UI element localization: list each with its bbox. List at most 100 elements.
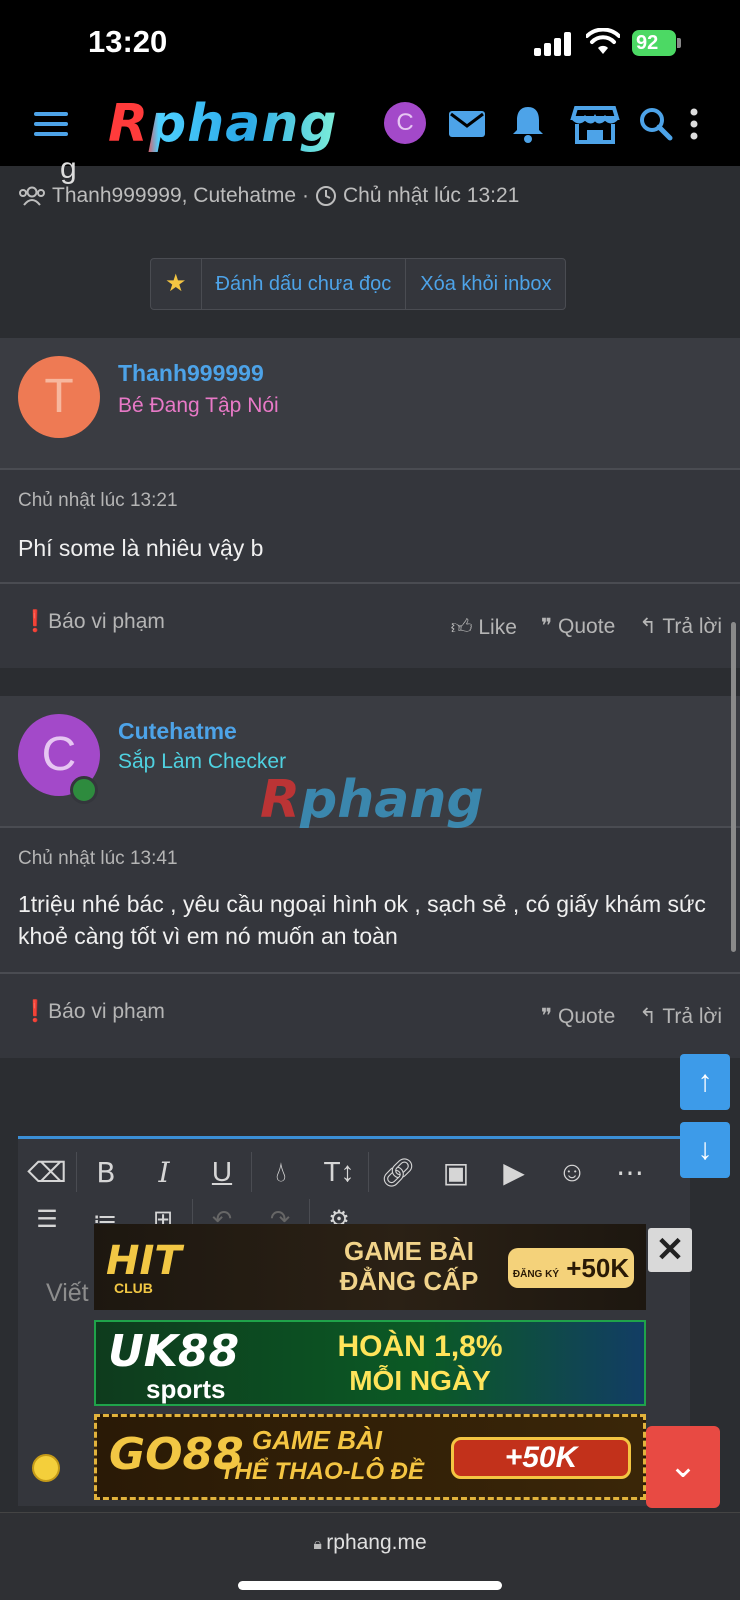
message-post: T Thanh999999 Bé Đang Tập Nói Chủ nhật l… bbox=[0, 338, 740, 668]
quote-label: Quote bbox=[558, 615, 616, 638]
reply-button[interactable]: ↰ Trả lời bbox=[639, 614, 722, 640]
browser-url-bar: 🔒︎ rphang.me bbox=[0, 1512, 740, 1600]
battery-icon: 92 bbox=[632, 30, 681, 56]
battery-level: 92 bbox=[636, 32, 659, 54]
report-label: Báo vi phạm bbox=[48, 610, 165, 633]
underline-icon[interactable]: U bbox=[193, 1156, 251, 1188]
message-input[interactable]: Viết bbox=[46, 1279, 89, 1308]
like-button[interactable]: 👍︎ Like bbox=[451, 614, 517, 640]
collapse-ads-button[interactable]: ⌄ bbox=[646, 1426, 720, 1508]
url-text: rphang.me bbox=[326, 1531, 427, 1554]
post-header: T Thanh999999 Bé Đang Tập Nói bbox=[0, 338, 740, 470]
link-icon[interactable]: 🔗︎ bbox=[369, 1156, 427, 1189]
message-post: C Cutehatme Sắp Làm Checker Chủ nhật lúc… bbox=[0, 696, 740, 1058]
watermark-r: R bbox=[260, 770, 301, 830]
ad-badge-value: +50K bbox=[566, 1253, 630, 1283]
smiley-icon[interactable] bbox=[32, 1454, 60, 1482]
top-nav: Rphang C bbox=[0, 86, 740, 166]
reply-icon: ↰ bbox=[639, 615, 663, 638]
scroll-top-button[interactable]: ↑ bbox=[680, 1054, 730, 1110]
search-icon[interactable] bbox=[634, 102, 678, 146]
home-indicator[interactable] bbox=[238, 1581, 502, 1590]
menu-icon[interactable] bbox=[34, 110, 68, 138]
post-body: Phí some là nhiêu vậy b bbox=[18, 535, 264, 561]
url-field[interactable]: 🔒︎ rphang.me bbox=[0, 1531, 740, 1555]
ad-line1: GAME BÀI bbox=[344, 1236, 474, 1266]
bell-icon[interactable] bbox=[506, 102, 550, 146]
bold-icon[interactable]: B bbox=[77, 1156, 135, 1189]
thread-title: g bbox=[60, 152, 77, 185]
scroll-bottom-button[interactable]: ↓ bbox=[680, 1122, 730, 1178]
image-icon[interactable]: ▣ bbox=[427, 1156, 485, 1189]
users-icon bbox=[19, 186, 45, 206]
ad-line2: ĐẲNG CẤP bbox=[339, 1266, 479, 1296]
video-icon[interactable]: ▶ bbox=[485, 1156, 543, 1189]
ad-banner[interactable]: HIT CLUB GAME BÀI ĐẲNG CẤP ĐĂNG KÝ +50K bbox=[94, 1224, 646, 1310]
post-actions: ❞ Quote ↰ Trả lời bbox=[541, 1004, 722, 1029]
thumbs-up-icon: 👍︎ bbox=[450, 616, 479, 639]
site-logo[interactable]: Rphang bbox=[108, 94, 338, 154]
star-icon: ★ bbox=[165, 270, 187, 297]
thread-meta: Thanh999999, Cutehatme · Chủ nhật lúc 13… bbox=[18, 184, 519, 208]
quote-button[interactable]: ❞ Quote bbox=[541, 614, 615, 640]
ad-banner[interactable]: GO88 GAME BÀI THỂ THAO-LÔ ĐỀ +50K bbox=[94, 1414, 646, 1500]
ad-brand-sub: sports bbox=[146, 1374, 226, 1404]
mark-unread-button[interactable]: Đánh dấu chưa đọc bbox=[202, 259, 407, 309]
meta-separator: · bbox=[302, 184, 310, 207]
eraser-icon[interactable]: ⌫ bbox=[18, 1156, 76, 1189]
align-icon[interactable]: ☰ bbox=[18, 1205, 76, 1234]
status-time: 13:20 bbox=[88, 24, 168, 59]
chevron-down-icon: ⌄ bbox=[668, 1447, 698, 1485]
report-link[interactable]: ❗Báo vi phạm bbox=[22, 610, 165, 634]
report-link[interactable]: ❗Báo vi phạm bbox=[22, 1000, 165, 1024]
store-icon[interactable] bbox=[570, 102, 620, 146]
alert-icon: ❗ bbox=[22, 1000, 49, 1023]
more-vertical-icon[interactable] bbox=[684, 102, 704, 146]
remove-inbox-button[interactable]: Xóa khỏi inbox bbox=[406, 259, 565, 309]
color-drop-icon[interactable]: 💧︎ bbox=[252, 1156, 310, 1189]
post-date[interactable]: Chủ nhật lúc 13:41 bbox=[18, 848, 178, 870]
star-button[interactable]: ★ bbox=[151, 259, 202, 309]
thread-date: Chủ nhật lúc 13:21 bbox=[343, 184, 520, 207]
close-ad-icon[interactable]: ✕ bbox=[648, 1228, 692, 1272]
thread-actions: ★ Đánh dấu chưa đọc Xóa khỏi inbox bbox=[150, 258, 567, 310]
arrow-down-icon: ↓ bbox=[697, 1133, 713, 1166]
ad-badge: ĐĂNG KÝ +50K bbox=[508, 1248, 634, 1288]
ad-brand: UK88 bbox=[108, 1326, 240, 1377]
ad-brand: HIT bbox=[106, 1238, 182, 1284]
arrow-up-icon: ↑ bbox=[697, 1065, 713, 1098]
site-watermark: Rphang bbox=[260, 770, 484, 830]
status-bar: 13:20 92 bbox=[0, 0, 740, 86]
post-date[interactable]: Chủ nhật lúc 13:21 bbox=[18, 490, 178, 512]
more-options-icon[interactable]: ⋯ bbox=[601, 1156, 659, 1189]
post-actions: 👍︎ Like ❞ Quote ↰ Trả lời bbox=[451, 614, 722, 640]
report-label: Báo vi phạm bbox=[48, 1000, 165, 1023]
editor-toolbar: ⌫ B I U 💧︎ T↕ 🔗︎ ▣ ▶ ☺ ⋯ bbox=[18, 1143, 690, 1201]
username[interactable]: Cutehatme bbox=[118, 718, 237, 745]
reply-icon: ↰ bbox=[639, 1005, 663, 1028]
emoji-icon[interactable]: ☺ bbox=[543, 1156, 601, 1188]
ad-line2: THỂ THAO-LÔ ĐỀ bbox=[220, 1458, 424, 1485]
quote-label: Quote bbox=[558, 1005, 616, 1028]
post-footer: ❗Báo vi phạm ❞ Quote ↰ Trả lời bbox=[0, 972, 740, 1058]
participants[interactable]: Thanh999999, Cutehatme bbox=[52, 184, 296, 208]
quote-button[interactable]: ❞ Quote bbox=[541, 1004, 615, 1029]
reply-button[interactable]: ↰ Trả lời bbox=[639, 1004, 722, 1029]
watermark-rest: phang bbox=[300, 770, 484, 830]
italic-icon[interactable]: I bbox=[135, 1156, 193, 1189]
ad-banner[interactable]: UK88 sports HOÀN 1,8% MỖI NGÀY bbox=[94, 1320, 646, 1406]
ad-line1: GAME BÀI bbox=[252, 1425, 382, 1455]
alert-icon: ❗ bbox=[22, 610, 49, 633]
ad-brand-sub: CLUB bbox=[114, 1280, 153, 1296]
font-size-icon[interactable]: T↕ bbox=[310, 1156, 368, 1188]
mail-icon[interactable] bbox=[446, 102, 490, 146]
user-avatar[interactable]: C bbox=[384, 102, 426, 144]
wifi-icon bbox=[586, 28, 620, 54]
lock-icon: 🔒︎ bbox=[313, 1536, 327, 1553]
ad-badge: +50K bbox=[451, 1437, 631, 1479]
quote-icon: ❞ bbox=[540, 1005, 559, 1028]
avatar[interactable]: T bbox=[18, 356, 100, 438]
username[interactable]: Thanh999999 bbox=[118, 360, 264, 387]
scrollbar[interactable] bbox=[731, 622, 736, 952]
clock-icon bbox=[316, 186, 337, 206]
